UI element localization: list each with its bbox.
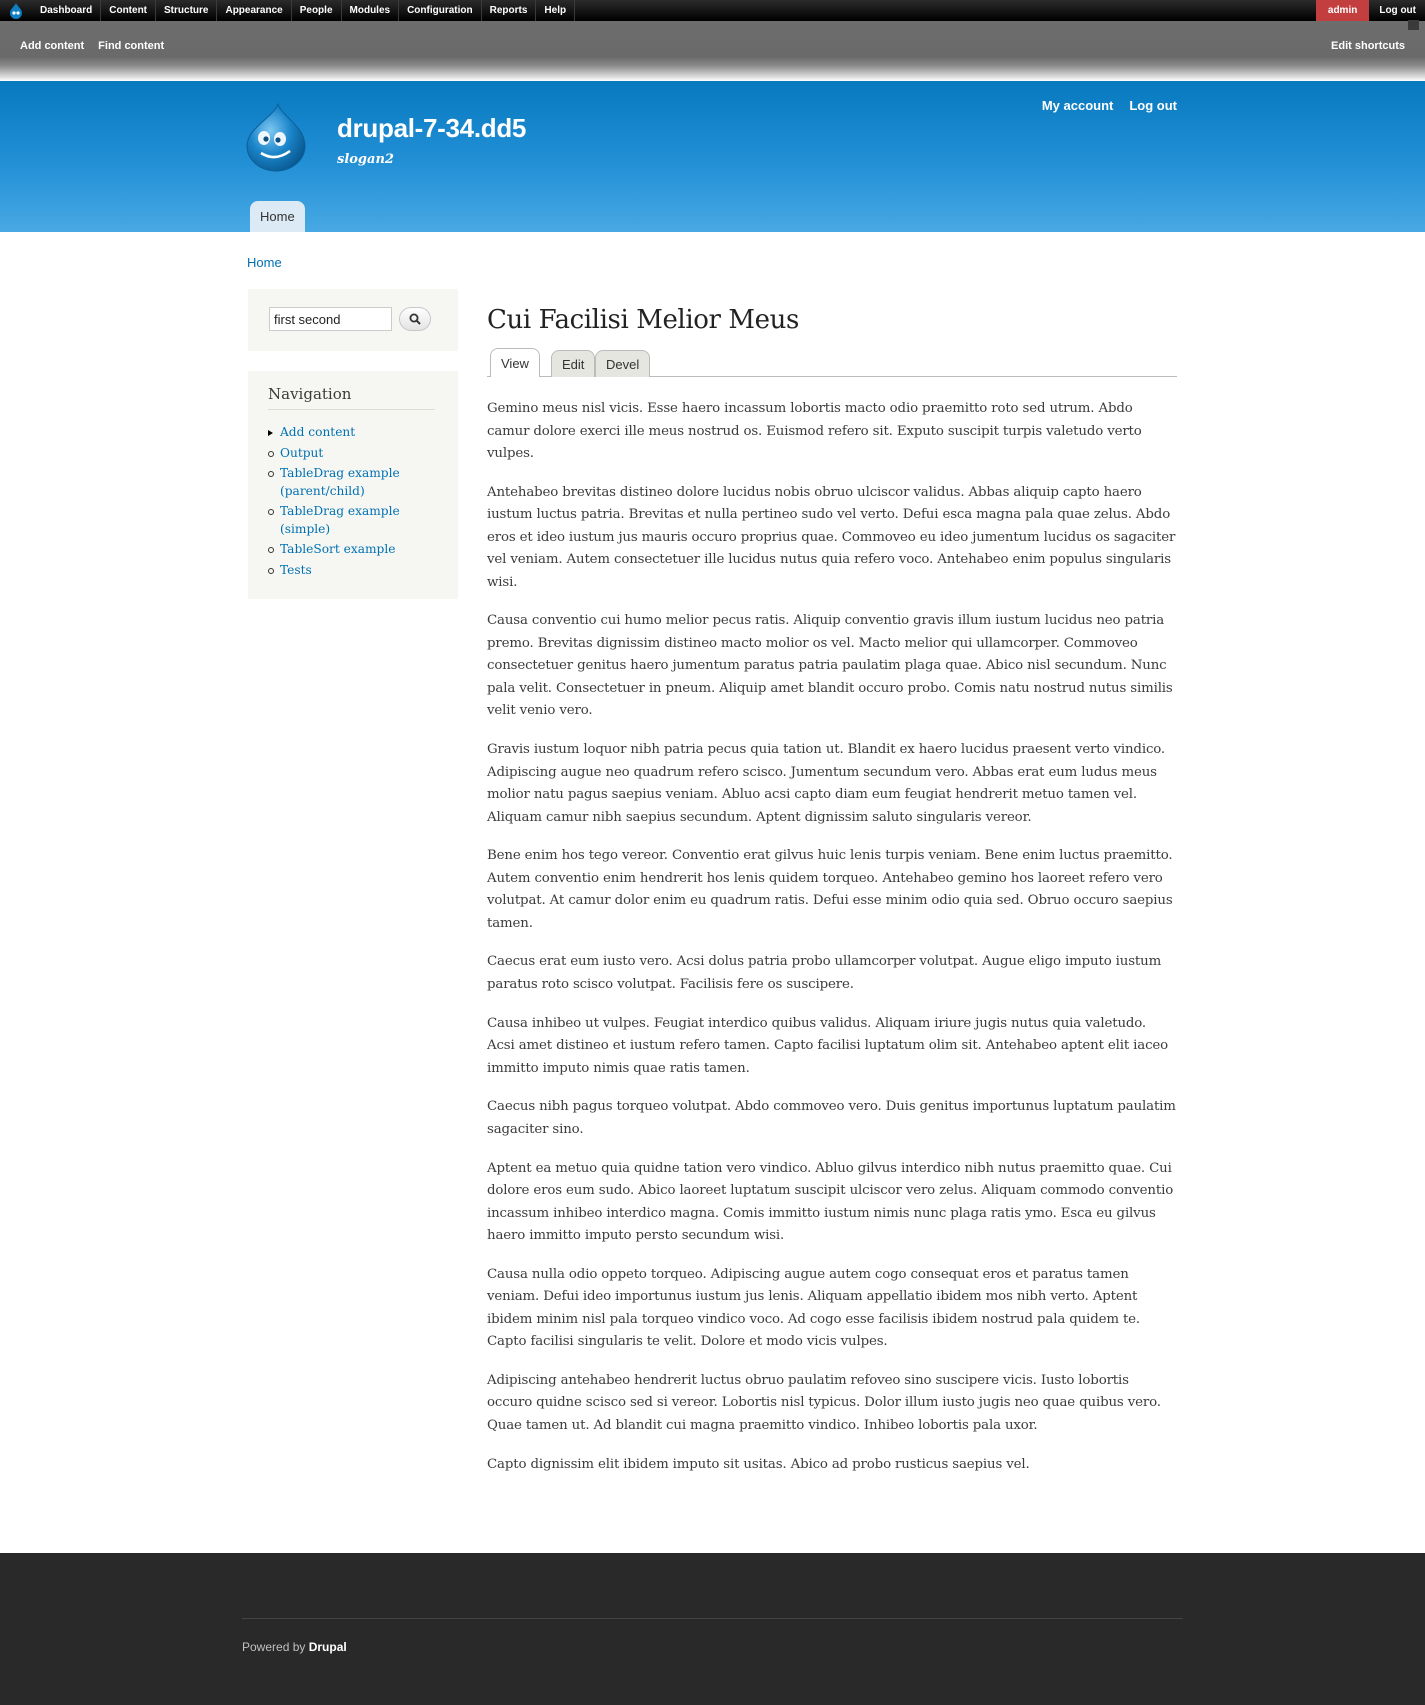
tab-edit[interactable]: Edit — [551, 350, 596, 377]
shortcut-find-content[interactable]: Find content — [98, 40, 164, 52]
body-paragraph: Causa inhibeo ut vulpes. Feugiat interdi… — [487, 1015, 1169, 1076]
body-paragraph: Caecus erat eum iusto vero. Acsi dolus p… — [487, 954, 1162, 992]
nav-item-output[interactable]: Output — [268, 445, 448, 463]
collapsed-arrow-icon — [268, 430, 273, 436]
druplicon-logo[interactable] — [245, 102, 311, 174]
tab-devel[interactable]: Devel — [595, 350, 651, 377]
search-block — [248, 289, 458, 351]
node-tabs: View Edit Devel — [487, 346, 1177, 377]
nav-item-tablesort-example[interactable]: TableSort example — [268, 541, 448, 559]
secondary-menu: My account Log out — [1042, 98, 1177, 113]
tab-view[interactable]: View — [490, 348, 540, 377]
main-content: Cui Facilisi Melior Meus View Edit Devel… — [487, 300, 1177, 1492]
search-input[interactable] — [269, 307, 392, 331]
toolbar-item-dashboard[interactable]: Dashboard — [32, 0, 102, 21]
body-paragraph: Gemino meus nisl vicis. Esse haero incas… — [487, 401, 1142, 461]
drupal-home-icon[interactable] — [7, 2, 25, 19]
edit-shortcuts-link[interactable]: Edit shortcuts — [1331, 40, 1405, 52]
drupal-link[interactable]: Drupal — [309, 1640, 347, 1654]
toolbar-item-reports[interactable]: Reports — [482, 0, 537, 21]
drawer-toggle[interactable] — [1408, 20, 1419, 30]
body-paragraph: Antehabeo brevitas distineo dolore lucid… — [487, 484, 1176, 590]
leaf-bullet-icon — [268, 567, 274, 574]
leaf-bullet-icon — [268, 509, 274, 515]
site-footer: Powered by Drupal — [0, 1553, 1425, 1705]
shortcuts-bar: Add content Find content Edit shortcuts — [0, 20, 1425, 81]
navigation-menu: Add content Output TableDrag example (pa… — [268, 424, 448, 582]
navigation-block: Navigation Add content Output TableDrag … — [248, 371, 458, 599]
toolbar-item-modules[interactable]: Modules — [342, 0, 400, 21]
toolbar-item-content[interactable]: Content — [101, 0, 157, 21]
leaf-bullet-icon — [268, 450, 274, 457]
site-name[interactable]: drupal-7-34.dd5 — [337, 113, 526, 144]
admin-toolbar: Dashboard Content Structure Appearance P… — [0, 0, 1425, 21]
toolbar-user-menu: admin Log out — [1315, 0, 1425, 21]
navigation-title: Navigation — [268, 385, 435, 410]
toolbar-item-configuration[interactable]: Configuration — [399, 0, 482, 21]
body-paragraph: Causa nulla odio oppeto torqueo. Adipisc… — [487, 1266, 1140, 1350]
nav-item-tabledrag-simple[interactable]: TableDrag example (simple) — [268, 503, 448, 538]
toolbar-item-help[interactable]: Help — [536, 0, 576, 21]
shortcut-links: Add content Find content — [20, 40, 164, 52]
breadcrumb[interactable]: Home — [247, 255, 282, 270]
body-paragraph: Aptent ea metuo quia quidne tation vero … — [487, 1160, 1174, 1244]
shortcut-add-content[interactable]: Add content — [20, 40, 84, 52]
leaf-bullet-icon — [268, 471, 274, 477]
search-icon — [409, 313, 421, 325]
node-body: Gemino meus nisl vicis. Esse haero incas… — [487, 398, 1177, 1476]
toolbar-menu: Dashboard Content Structure Appearance P… — [32, 0, 576, 21]
search-button[interactable] — [399, 307, 431, 331]
body-paragraph: Adipiscing antehabeo hendrerit luctus ob… — [487, 1372, 1161, 1433]
nav-item-tests[interactable]: Tests — [268, 562, 448, 580]
leaf-bullet-icon — [268, 547, 274, 553]
body-paragraph: Caecus nibh pagus torqueo volutpat. Abdo… — [487, 1099, 1176, 1137]
toolbar-logout-link[interactable]: Log out — [1369, 0, 1425, 21]
nav-item-tabledrag-parent-child[interactable]: TableDrag example (parent/child) — [268, 465, 448, 500]
header-logout-link[interactable]: Log out — [1129, 98, 1177, 113]
body-paragraph: Causa conventio cui humo melior pecus ra… — [487, 613, 1173, 719]
main-menu-home-tab[interactable]: Home — [250, 201, 305, 232]
body-paragraph: Capto dignissim elit ibidem imputo sit u… — [487, 1456, 1030, 1472]
powered-by-text: Powered by — [242, 1640, 306, 1654]
footer-divider — [242, 1618, 1183, 1619]
toolbar-item-structure[interactable]: Structure — [156, 0, 218, 21]
page-title: Cui Facilisi Melior Meus — [487, 305, 799, 335]
body-paragraph: Bene enim hos tego vereor. Conventio era… — [487, 848, 1173, 931]
nav-item-add-content[interactable]: Add content — [268, 424, 448, 442]
toolbar-user-name[interactable]: admin — [1315, 0, 1370, 21]
toolbar-item-appearance[interactable]: Appearance — [217, 0, 292, 21]
powered-by: Powered by Drupal — [242, 1640, 347, 1654]
site-header: drupal-7-34.dd5 slogan2 My account Log o… — [0, 81, 1425, 232]
toolbar-item-people[interactable]: People — [292, 0, 342, 21]
site-slogan: slogan2 — [337, 152, 394, 167]
body-paragraph: Gravis iustum loquor nibh patria pecus q… — [487, 742, 1166, 825]
my-account-link[interactable]: My account — [1042, 98, 1114, 113]
